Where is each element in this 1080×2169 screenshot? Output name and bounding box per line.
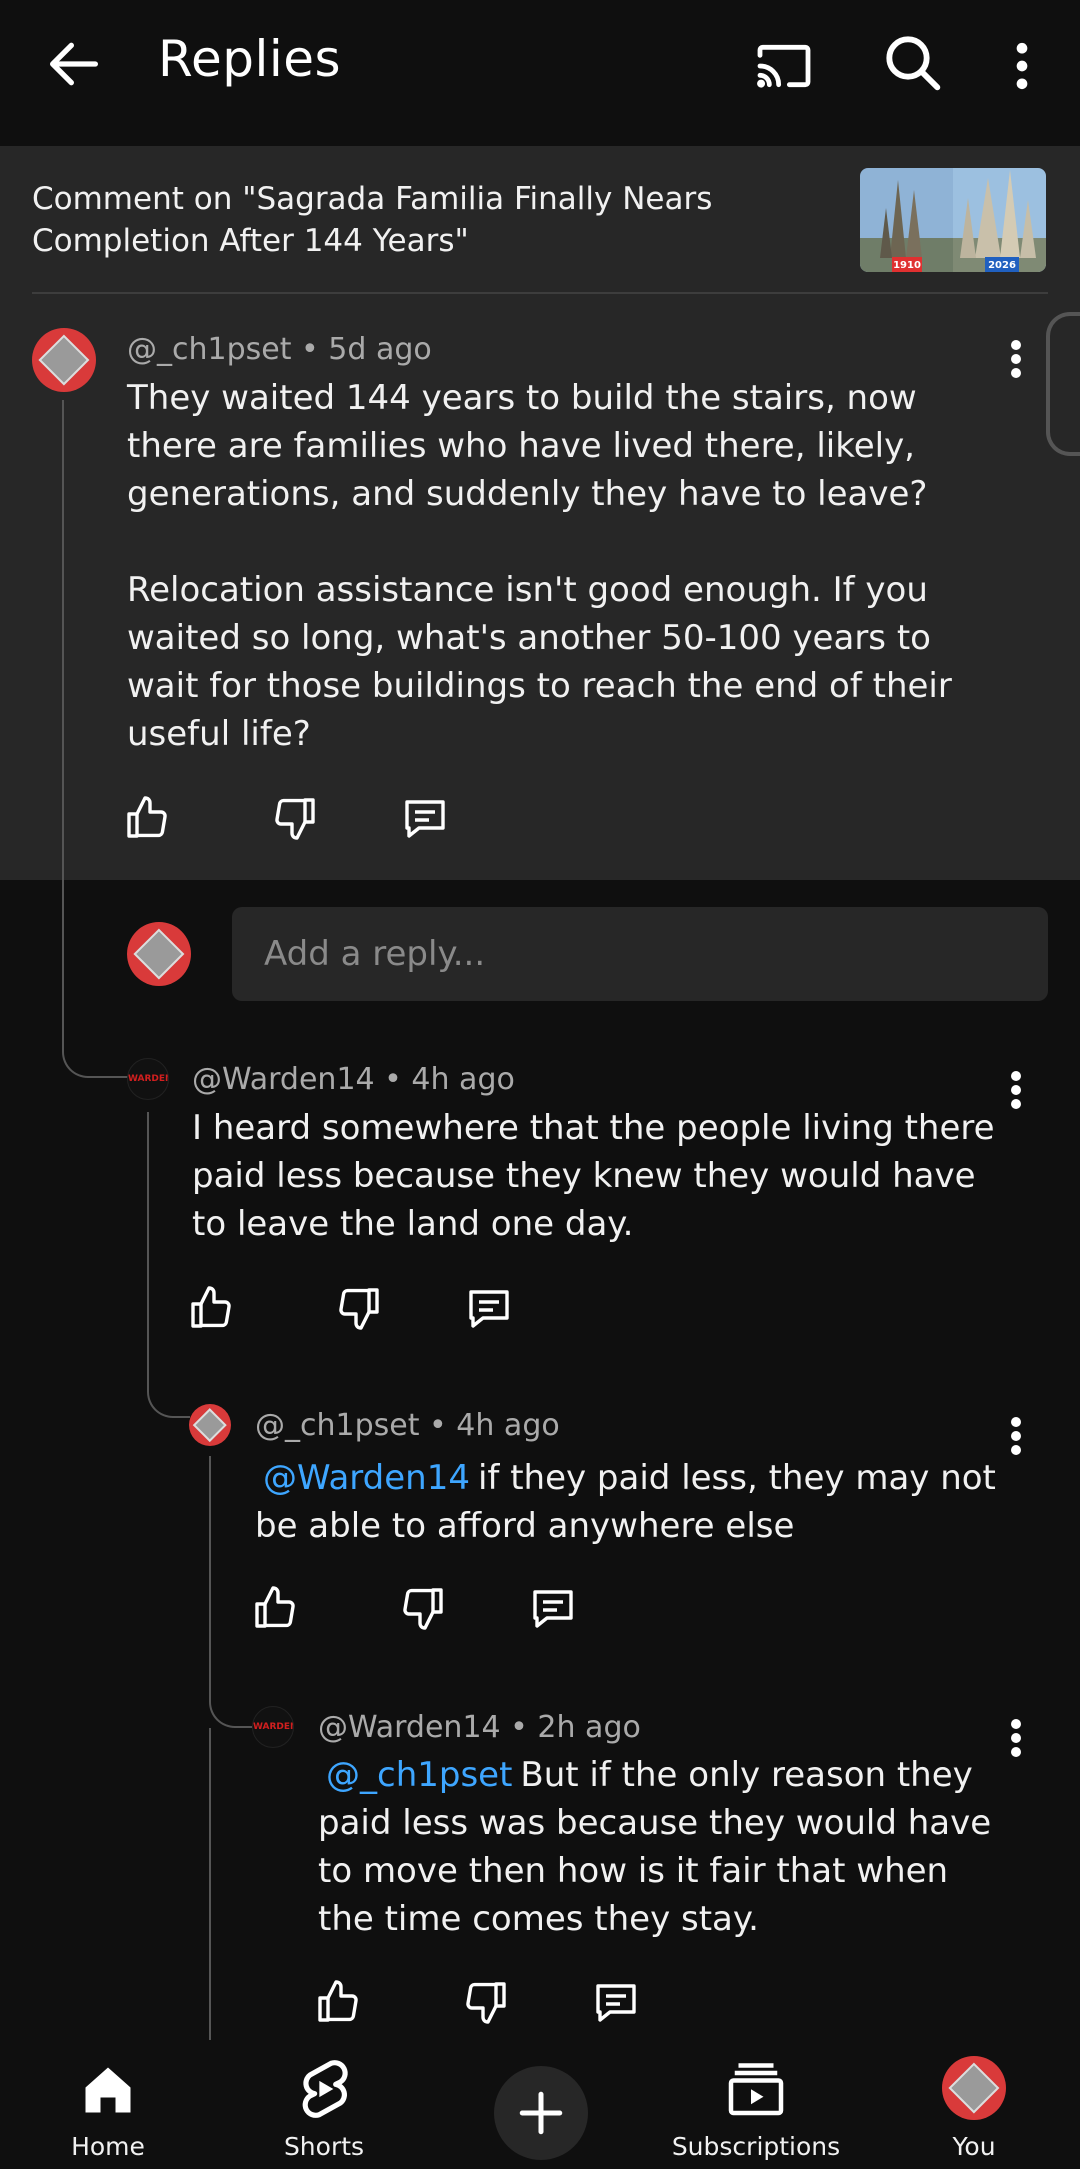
nav-shorts-label: Shorts: [283, 2132, 365, 2161]
thread-connector: [147, 1112, 190, 1418]
dislike-icon[interactable]: [462, 1978, 510, 2026]
comment-text: @_ch1pset But if the only reason they pai…: [318, 1755, 1002, 1939]
more-vert-icon[interactable]: [1004, 34, 1040, 98]
nav-subscriptions[interactable]: Subscriptions: [668, 2040, 844, 2169]
reply-icon[interactable]: [592, 1978, 640, 2026]
comment-time: 5d ago: [328, 332, 432, 367]
comment-meta: @Warden14 • 4h ago: [192, 1062, 515, 1097]
back-arrow-icon[interactable]: [42, 32, 106, 96]
comment-meta: @_ch1pset • 4h ago: [255, 1408, 560, 1443]
nav-you[interactable]: You: [914, 2040, 1034, 2169]
video-reference-text: Comment on "Sagrada Familia Finally Near…: [32, 181, 713, 259]
reply-input[interactable]: [232, 907, 1048, 1001]
comment-meta: @_ch1pset • 5d ago: [127, 332, 432, 367]
comment-author[interactable]: @Warden14: [318, 1710, 501, 1745]
comment-text: They waited 144 years to build the stair…: [127, 378, 952, 754]
reply-input-box[interactable]: [232, 907, 1048, 1001]
comment-context-header[interactable]: Comment on "Sagrada Familia Finally Near…: [0, 146, 1080, 294]
comment-author[interactable]: @_ch1pset: [255, 1408, 420, 1443]
page-title: Replies: [158, 30, 342, 88]
thumb-year-left: 1910: [893, 260, 921, 271]
nav-home-label: Home: [71, 2132, 145, 2161]
thread-connector: [209, 1728, 211, 2040]
like-icon[interactable]: [187, 1284, 235, 1332]
avatar: [942, 2056, 1006, 2120]
dislike-icon[interactable]: [271, 794, 319, 842]
like-icon[interactable]: [123, 794, 171, 842]
scrollbar-handle[interactable]: [1046, 312, 1080, 456]
like-icon[interactable]: [314, 1978, 362, 2026]
search-icon[interactable]: [880, 30, 944, 94]
comment-author[interactable]: @Warden14: [192, 1062, 375, 1097]
comment-text: @Warden14 if they paid less, they may not…: [255, 1458, 1007, 1546]
dislike-icon[interactable]: [399, 1584, 447, 1632]
avatar-logo: WARDEN: [253, 1722, 294, 1733]
thread-connector: [62, 400, 128, 1078]
thumb-year-right: 2026: [988, 260, 1016, 271]
dislike-icon[interactable]: [335, 1284, 383, 1332]
reply-icon[interactable]: [401, 794, 449, 842]
avatar[interactable]: [189, 1404, 231, 1446]
mention-link[interactable]: @_ch1pset: [318, 1755, 520, 1795]
avatar[interactable]: WARDEN: [252, 1706, 294, 1748]
comment-menu-icon[interactable]: [1006, 1716, 1026, 1760]
like-icon[interactable]: [251, 1584, 299, 1632]
avatar[interactable]: [32, 328, 96, 392]
comment-meta: @Warden14 • 2h ago: [318, 1710, 641, 1745]
comment-time: 2h ago: [537, 1710, 641, 1745]
shorts-icon: [302, 2060, 348, 2118]
nav-you-label: You: [952, 2132, 996, 2161]
top-app-bar: Replies: [0, 0, 1080, 146]
plus-icon: [519, 2091, 563, 2135]
comment-menu-icon[interactable]: [1006, 337, 1026, 381]
nav-subscriptions-label: Subscriptions: [671, 2132, 841, 2161]
comment-author[interactable]: @_ch1pset: [127, 332, 292, 367]
create-button[interactable]: [494, 2066, 588, 2160]
comment-time: 4h ago: [411, 1062, 515, 1097]
avatar[interactable]: WARDEN: [127, 1058, 169, 1100]
home-icon: [85, 2067, 131, 2113]
video-thumbnail[interactable]: 1910 2026: [860, 168, 1046, 272]
thread-connector: [209, 1456, 252, 1728]
comment-menu-icon[interactable]: [1006, 1414, 1026, 1458]
avatar: [127, 922, 191, 986]
cast-icon[interactable]: [752, 34, 816, 98]
reply-icon[interactable]: [529, 1584, 577, 1632]
reply-icon[interactable]: [465, 1284, 513, 1332]
comment-text: I heard somewhere that the people living…: [192, 1108, 1006, 1244]
comment-time: 4h ago: [456, 1408, 560, 1443]
mention-link[interactable]: @Warden14: [255, 1458, 478, 1498]
subscriptions-icon: [728, 2063, 784, 2116]
nav-shorts[interactable]: Shorts: [264, 2040, 384, 2169]
nav-home[interactable]: Home: [48, 2040, 168, 2169]
avatar-logo: WARDEN: [128, 1074, 169, 1085]
